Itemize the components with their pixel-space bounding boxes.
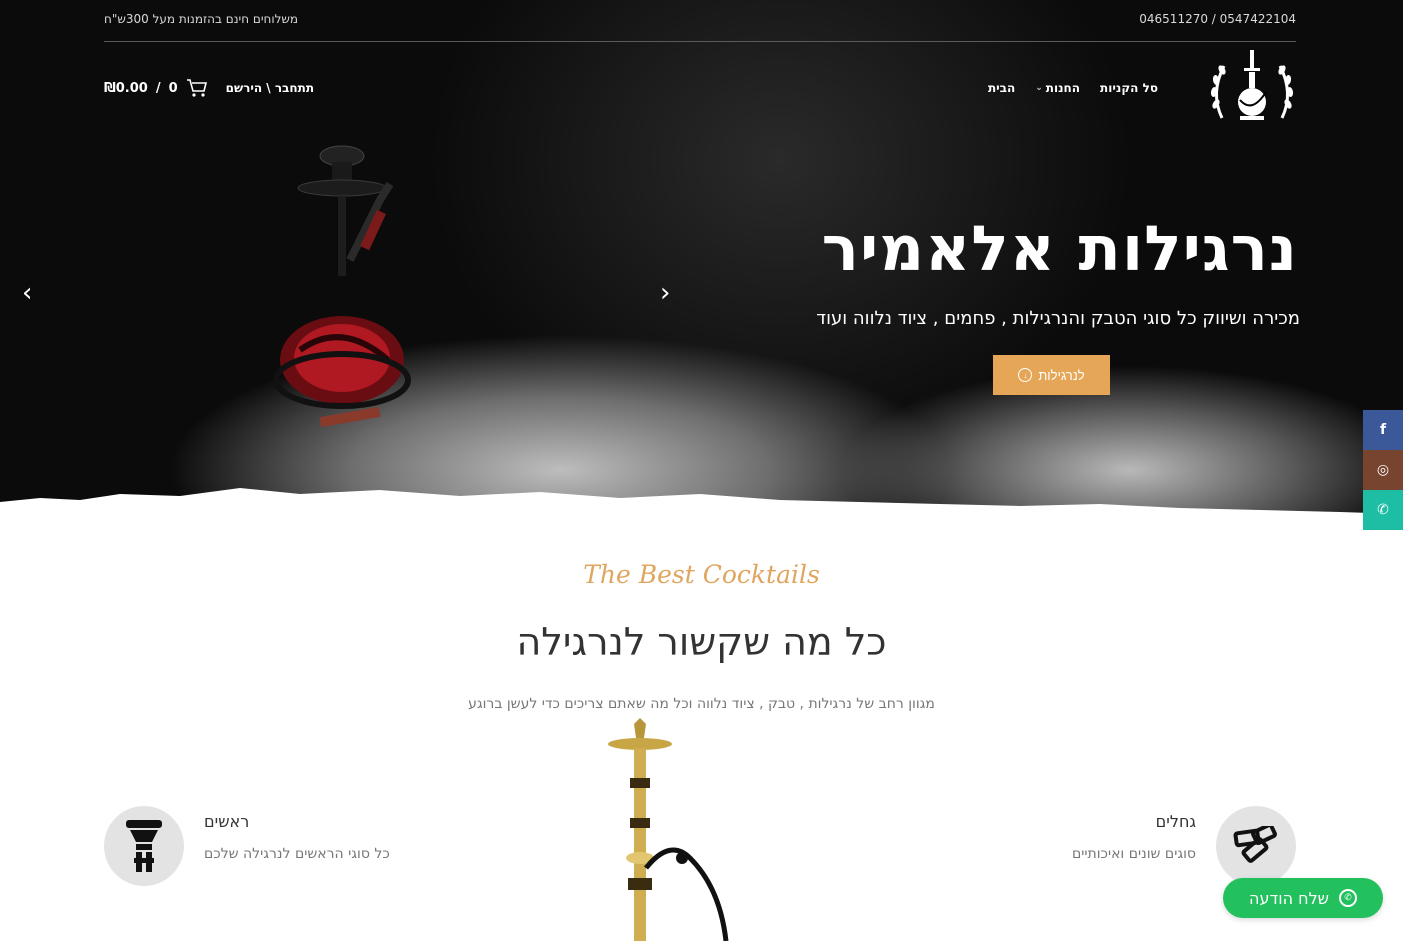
whatsapp-chat-icon: ✆ — [1339, 889, 1357, 907]
hookahs-cta-label: לנרגילות — [1038, 367, 1085, 383]
whatsapp-chat-button[interactable]: ✆ שלח הודעה — [1223, 878, 1383, 918]
nav-shop[interactable]: החנות ⌄ — [1035, 81, 1080, 95]
hookah-bowl-icon — [104, 806, 184, 886]
whatsapp-icon[interactable]: ✆ — [1363, 490, 1403, 530]
feature-coals-text: סוגים שונים ואיכותיים — [1071, 846, 1196, 862]
header-actions: ₪0.00 / 0 תתחבר \ הירשם — [104, 78, 314, 98]
feature-bowls: ראשים כל סוגי הראשים לנרגילה שלכם — [104, 806, 404, 888]
instagram-icon[interactable]: ◎ — [1363, 450, 1403, 490]
cart-total: ₪0.00 — [104, 80, 148, 96]
feature-coals: גחלים סוגים שונים ואיכותיים — [956, 806, 1296, 888]
cart-widget[interactable]: ₪0.00 / 0 — [104, 78, 208, 98]
section-subtitle: מגוון רחב של נרגילות , טבק , ציוד נלווה … — [468, 696, 935, 712]
cart-count: 0 — [168, 80, 178, 96]
hookah-image — [273, 145, 411, 428]
site-logo[interactable] — [1208, 48, 1296, 128]
top-bar: 046511270 / 0547422104 משלוחים חינם בהזמ… — [104, 0, 1296, 42]
social-sidebar: f ◎ ✆ — [1363, 410, 1403, 530]
hero-subtitle: מכירה ושיווק כל סוגי הטבק והנרגילות , פח… — [816, 308, 1300, 329]
hookahs-cta-button[interactable]: לנרגילות ↓ — [993, 355, 1110, 395]
coals-icon — [1216, 806, 1296, 886]
section-script-heading: The Best Cocktails — [583, 560, 820, 589]
feature-bowls-title: ראשים — [204, 812, 250, 831]
slider-next-arrow[interactable]: › — [660, 280, 670, 306]
shipping-notice: משלוחים חינם בהזמנות מעל 300ש"ח — [104, 12, 299, 26]
hero-title: נרגילות אלאמיר — [821, 212, 1298, 285]
whatsapp-chat-label: שלח הודעה — [1249, 888, 1329, 908]
feature-bowls-text: כל סוגי הראשים לנרגילה שלכם — [204, 846, 390, 862]
nav-home-label: הבית — [987, 81, 1016, 95]
phone-numbers[interactable]: 046511270 / 0547422104 — [1139, 12, 1296, 26]
nav-home[interactable]: הבית — [988, 81, 1015, 95]
site-header: הבית החנות ⌄ סל הקניות ₪0.00 / 0 תתחבר \ … — [104, 48, 1296, 130]
facebook-icon[interactable]: f — [1363, 410, 1403, 450]
section-title: כל מה שקשור לנרגילה — [516, 620, 887, 664]
torn-edge-divider — [0, 488, 1403, 530]
cart-icon[interactable] — [186, 78, 208, 98]
brass-hookah-image — [608, 718, 729, 941]
nav-shop-label: החנות — [1045, 81, 1081, 95]
slider-prev-arrow[interactable]: ‹ — [22, 280, 32, 306]
chevron-down-icon: ⌄ — [1035, 83, 1043, 93]
hero-slider: 046511270 / 0547422104 משלוחים חינם בהזמ… — [0, 0, 1403, 530]
main-nav: הבית החנות ⌄ סל הקניות — [988, 81, 1158, 95]
cart-separator: / — [155, 80, 161, 96]
download-circle-icon: ↓ — [1018, 368, 1033, 382]
nav-cart[interactable]: סל הקניות — [1100, 81, 1158, 95]
nav-cart-label: סל הקניות — [1100, 81, 1158, 95]
feature-coals-title: גחלים — [1155, 812, 1196, 831]
login-link[interactable]: תתחבר \ הירשם — [226, 81, 314, 95]
